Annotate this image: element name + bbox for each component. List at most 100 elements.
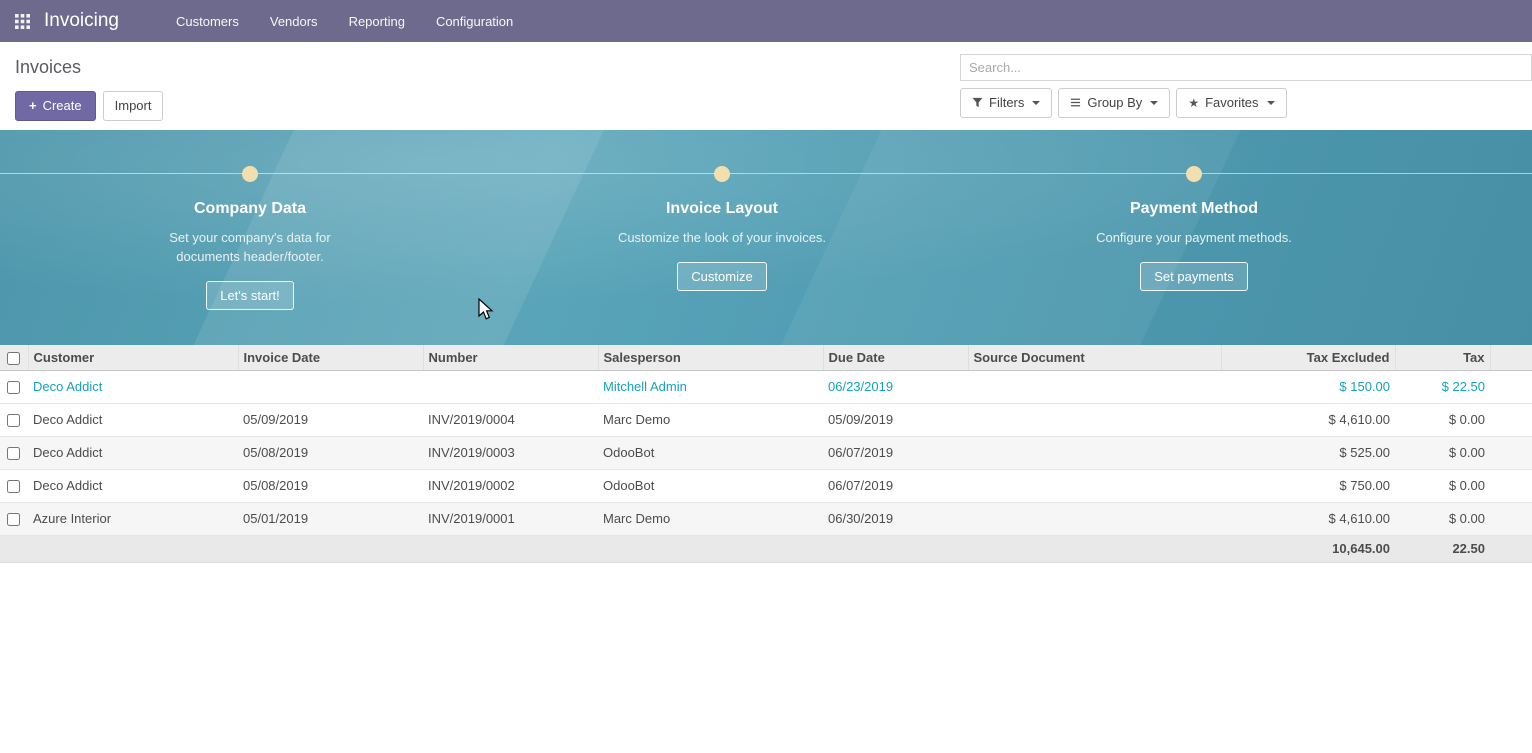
col-source-document[interactable]: Source Document [968, 345, 1221, 370]
lets-start-button[interactable]: Let's start! [206, 281, 294, 310]
cell-salesperson: OdooBot [598, 469, 823, 502]
cell-invoice-date: 05/08/2019 [238, 469, 423, 502]
cell-due-date: 06/07/2019 [823, 436, 968, 469]
step-title: Company Data [14, 200, 486, 218]
plus-icon: + [29, 98, 37, 114]
col-salesperson[interactable]: Salesperson [598, 345, 823, 370]
apps-menu-icon[interactable] [10, 9, 34, 33]
page-title: Invoices [15, 57, 163, 78]
row-checkbox[interactable] [7, 480, 20, 493]
import-button-label: Import [115, 98, 152, 114]
step-description: Set your company's data for documents he… [141, 228, 359, 266]
onboarding-step-invoice-layout: Invoice Layout Customize the look of you… [486, 130, 958, 310]
cell-tax: $ 0.00 [1395, 469, 1490, 502]
table-row[interactable]: Deco Addict 05/08/2019 INV/2019/0003 Odo… [0, 436, 1532, 469]
cell-due-date: 06/23/2019 [823, 370, 968, 403]
caret-down-icon [1150, 101, 1158, 105]
filter-icon [972, 97, 983, 108]
cell-due-date: 05/09/2019 [823, 403, 968, 436]
col-tax[interactable]: Tax [1395, 345, 1490, 370]
cell-tax-excluded: $ 4,610.00 [1221, 502, 1395, 535]
menu-configuration[interactable]: Configuration [436, 14, 513, 29]
onboarding-step-payment-method: Payment Method Configure your payment me… [958, 130, 1430, 310]
cell-number: INV/2019/0001 [423, 502, 598, 535]
step-description: Customize the look of your invoices. [613, 228, 831, 247]
col-customer[interactable]: Customer [28, 345, 238, 370]
onboarding-steps: Company Data Set your company's data for… [14, 130, 1430, 310]
cell-tax-excluded: $ 150.00 [1221, 370, 1395, 403]
search-input[interactable] [960, 54, 1532, 81]
favorites-label: Favorites [1205, 95, 1258, 111]
app-brand[interactable]: Invoicing [44, 10, 119, 32]
cell-source-document [968, 469, 1221, 502]
cell-customer: Azure Interior [28, 502, 238, 535]
cell-salesperson: OdooBot [598, 436, 823, 469]
onboarding-step-company-data: Company Data Set your company's data for… [14, 130, 486, 310]
set-payments-button[interactable]: Set payments [1140, 262, 1248, 291]
cell-customer: Deco Addict [28, 436, 238, 469]
control-panel: Invoices + Create Import Filters [0, 42, 1532, 130]
favorites-button[interactable]: ★ Favorites [1176, 88, 1286, 118]
cell-salesperson: Marc Demo [598, 502, 823, 535]
cell-number: INV/2019/0003 [423, 436, 598, 469]
caret-down-icon [1032, 101, 1040, 105]
action-buttons: + Create Import [15, 91, 163, 121]
cell-invoice-date: 05/01/2019 [238, 502, 423, 535]
top-navbar: Invoicing Customers Vendors Reporting Co… [0, 0, 1532, 42]
table-row[interactable]: Deco Addict 05/09/2019 INV/2019/0004 Mar… [0, 403, 1532, 436]
table-row[interactable]: Azure Interior 05/01/2019 INV/2019/0001 … [0, 502, 1532, 535]
cell-due-date: 06/30/2019 [823, 502, 968, 535]
col-number[interactable]: Number [423, 345, 598, 370]
cell-tax: $ 0.00 [1395, 502, 1490, 535]
cell-salesperson: Marc Demo [598, 403, 823, 436]
cell-source-document [968, 502, 1221, 535]
create-button[interactable]: + Create [15, 91, 96, 121]
row-checkbox[interactable] [7, 513, 20, 526]
cell-source-document [968, 436, 1221, 469]
total-tax-excluded: 10,645.00 [1221, 535, 1395, 562]
group-by-button[interactable]: Group By [1058, 88, 1170, 118]
step-title: Payment Method [958, 200, 1430, 218]
cell-invoice-date: 05/08/2019 [238, 436, 423, 469]
cell-tax: $ 0.00 [1395, 436, 1490, 469]
row-checkbox[interactable] [7, 414, 20, 427]
row-checkbox[interactable] [7, 381, 20, 394]
import-button[interactable]: Import [103, 91, 164, 121]
create-button-label: Create [43, 98, 82, 114]
cell-source-document [968, 403, 1221, 436]
cell-salesperson: Mitchell Admin [598, 370, 823, 403]
col-invoice-date[interactable]: Invoice Date [238, 345, 423, 370]
step-title: Invoice Layout [486, 200, 958, 218]
row-checkbox[interactable] [7, 447, 20, 460]
filters-button[interactable]: Filters [960, 88, 1052, 118]
customize-button[interactable]: Customize [677, 262, 766, 291]
cell-tax-excluded: $ 750.00 [1221, 469, 1395, 502]
totals-row: 10,645.00 22.50 [0, 535, 1532, 562]
invoices-table: Customer Invoice Date Number Salesperson… [0, 345, 1532, 563]
search-options: Filters Group By ★ Favorites [960, 88, 1532, 118]
cell-number: INV/2019/0002 [423, 469, 598, 502]
star-icon: ★ [1188, 97, 1199, 109]
table-row[interactable]: Deco Addict 05/08/2019 INV/2019/0002 Odo… [0, 469, 1532, 502]
menu-reporting[interactable]: Reporting [349, 14, 405, 29]
cell-number [423, 370, 598, 403]
menu-vendors[interactable]: Vendors [270, 14, 318, 29]
cell-number: INV/2019/0004 [423, 403, 598, 436]
select-all-cell [0, 345, 28, 370]
cell-source-document [968, 370, 1221, 403]
cell-tax: $ 22.50 [1395, 370, 1490, 403]
select-all-checkbox[interactable] [7, 352, 20, 365]
onboarding-banner: Company Data Set your company's data for… [0, 130, 1532, 345]
table-row[interactable]: Deco Addict Mitchell Admin 06/23/2019 $ … [0, 370, 1532, 403]
menu-customers[interactable]: Customers [176, 14, 239, 29]
step-dot [1186, 166, 1202, 182]
cell-due-date: 06/07/2019 [823, 469, 968, 502]
col-tax-excluded[interactable]: Tax Excluded [1221, 345, 1395, 370]
cell-invoice-date [238, 370, 423, 403]
control-panel-right: Filters Group By ★ Favorites [960, 54, 1532, 130]
cell-invoice-date: 05/09/2019 [238, 403, 423, 436]
cell-customer: Deco Addict [28, 403, 238, 436]
col-due-date[interactable]: Due Date [823, 345, 968, 370]
col-trailing [1490, 345, 1532, 370]
caret-down-icon [1267, 101, 1275, 105]
